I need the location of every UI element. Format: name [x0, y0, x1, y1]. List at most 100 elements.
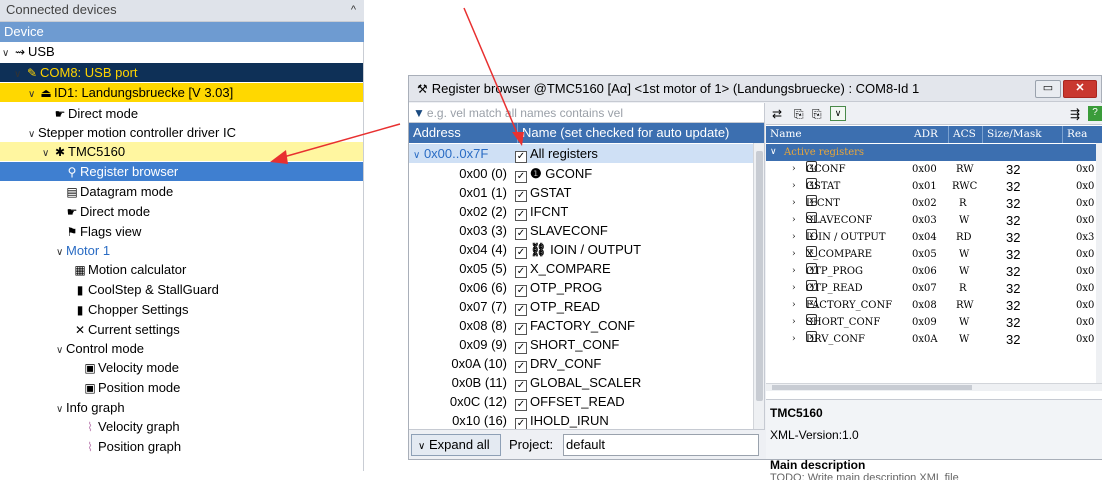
tree-item-com8[interactable]: ∨ ✎ COM8: USB port — [0, 63, 363, 82]
checkbox-icon[interactable]: ✓ — [515, 380, 527, 392]
tree-item-direct-mode-board[interactable]: ☛ Direct mode — [52, 104, 138, 123]
tree-item-coolstep-stallguard[interactable]: ▮ CoolStep & StallGuard — [72, 280, 219, 299]
grid-vertical-scrollbar[interactable] — [1096, 143, 1102, 383]
grid-row[interactable]: › x DRV_CONF 0x0A W 32 0x0 — [766, 331, 1096, 348]
name-column-header[interactable]: Name (set checked for auto update) — [517, 123, 759, 143]
grid-row[interactable]: › x OTP_PROG 0x06 W 32 0x0 — [766, 263, 1096, 280]
all-registers-row[interactable]: ∨ 0x00..0x7F ✓ All registers — [409, 144, 753, 163]
register-row[interactable]: 0x06 (6) ✓ OTP_PROG — [409, 278, 753, 297]
chevron-right-icon[interactable]: › — [792, 212, 796, 229]
tree-item-landungsbruecke[interactable]: ∨ ⏏ ID1: Landungsbruecke [V 3.03] — [0, 83, 363, 102]
chevron-right-icon[interactable]: › — [792, 246, 796, 263]
grid-row[interactable]: › x X_COMPARE 0x05 W 32 0x0 — [766, 246, 1096, 263]
checkbox-icon[interactable]: ✓ — [515, 190, 527, 202]
grid-row[interactable]: › x GSTAT 0x01 RWC 32 0x0 — [766, 178, 1096, 195]
checkbox-icon[interactable]: ✓ — [515, 247, 527, 259]
grid-row[interactable]: › x IFCNT 0x02 R 32 0x0 — [766, 195, 1096, 212]
active-registers-group[interactable]: ∨ Active registers — [766, 144, 1096, 161]
scrollbar-thumb[interactable] — [756, 151, 763, 401]
tree-item-motor-1[interactable]: ∨ Motor 1 — [56, 241, 110, 260]
address-column-header[interactable]: Address — [413, 123, 461, 143]
checkbox-icon[interactable]: ✓ — [515, 361, 527, 373]
paste-icon[interactable]: ⎘ — [812, 103, 822, 125]
tree-item-position-graph[interactable]: ⌇ Position graph — [82, 437, 181, 456]
tree-item-velocity-graph[interactable]: ⌇ Velocity graph — [82, 417, 180, 436]
chevron-right-icon[interactable]: › — [792, 331, 796, 348]
chevron-right-icon[interactable]: › — [792, 280, 796, 297]
register-row[interactable]: 0x00 (0) ✓ ❶ GCONF — [409, 164, 753, 183]
close-button[interactable]: ✕ — [1063, 80, 1097, 98]
register-row[interactable]: 0x05 (5) ✓ X_COMPARE — [409, 259, 753, 278]
checkbox-icon[interactable]: ✓ — [515, 228, 527, 240]
checkbox-icon[interactable]: ✓ — [515, 399, 527, 411]
chevron-down-icon[interactable]: ∨ — [56, 243, 66, 262]
tree-item-current-settings[interactable]: ✕ Current settings — [72, 320, 180, 339]
chevron-down-icon[interactable]: ∨ — [56, 400, 66, 419]
chevron-right-icon[interactable]: › — [792, 178, 796, 195]
grid-row[interactable]: › x SLAVECONF 0x03 W 32 0x0 — [766, 212, 1096, 229]
collapse-caret-icon[interactable]: ^ — [351, 0, 356, 20]
chevron-down-icon[interactable]: ∨ — [2, 44, 12, 63]
chevron-right-icon[interactable]: › — [792, 229, 796, 246]
tree-item-velocity-mode[interactable]: ▣ Velocity mode — [82, 358, 179, 377]
register-row[interactable]: 0x04 (4) ✓ ⛓ IOIN / OUTPUT — [409, 240, 753, 259]
register-row[interactable]: 0x02 (2) ✓ IFCNT — [409, 202, 753, 221]
export-icon[interactable]: ⇶ — [1070, 103, 1080, 125]
chevron-down-icon[interactable]: ∨ — [42, 144, 52, 163]
tree-item-motion-calculator[interactable]: ▦ Motion calculator — [72, 260, 186, 279]
checkbox-icon[interactable]: ✓ — [515, 323, 527, 335]
checkbox-icon[interactable]: ✓ — [515, 285, 527, 297]
tree-item-datagram-mode[interactable]: ▤ Datagram mode — [64, 182, 173, 201]
tree-item-control-mode[interactable]: ∨ Control mode — [56, 339, 144, 358]
chevron-down-icon[interactable]: ∨ — [770, 144, 777, 161]
minimize-button[interactable]: ▭ — [1035, 80, 1061, 98]
chevron-right-icon[interactable]: › — [792, 263, 796, 280]
tree-item-tmc5160[interactable]: ∨ ✱ TMC5160 — [0, 142, 363, 161]
help-button[interactable]: ? — [1088, 106, 1102, 121]
tree-item-chopper-settings[interactable]: ▮ Chopper Settings — [72, 300, 189, 319]
grid-row[interactable]: › x GCONF 0x00 RW 32 0x0 — [766, 161, 1096, 178]
register-row[interactable]: 0x0A (10) ✓ DRV_CONF — [409, 354, 753, 373]
chevron-down-icon[interactable]: ∨ — [413, 150, 420, 161]
chevron-right-icon[interactable]: › — [792, 161, 796, 178]
scrollbar-thumb[interactable] — [772, 385, 972, 390]
chevron-right-icon[interactable]: › — [792, 314, 796, 331]
register-list-scrollbar[interactable] — [753, 143, 764, 435]
checkbox-icon[interactable]: ✓ — [515, 209, 527, 221]
tree-item-info-graph[interactable]: ∨ Info graph — [56, 398, 125, 417]
all-registers-checkbox[interactable]: ✓ All registers — [515, 144, 598, 163]
grid-row[interactable]: › x SHORT_CONF 0x09 W 32 0x0 — [766, 314, 1096, 331]
tree-item-register-browser[interactable]: ⚲ Register browser — [0, 162, 363, 181]
checkbox-icon[interactable]: ✓ — [515, 171, 527, 183]
filter-input[interactable]: ▼ e.g. vel match all names contains vel — [409, 103, 764, 123]
chevron-right-icon[interactable]: › — [792, 297, 796, 314]
grid-row[interactable]: › x FACTORY_CONF 0x08 RW 32 0x0 — [766, 297, 1096, 314]
project-input[interactable]: default — [563, 434, 759, 456]
copy-icon[interactable]: ⎘ — [794, 103, 804, 125]
sort-icon[interactable]: ⇄ — [772, 103, 782, 125]
chevron-down-icon[interactable]: ∨ — [56, 341, 66, 360]
register-row[interactable]: 0x03 (3) ✓ SLAVECONF — [409, 221, 753, 240]
tree-item-stepper-driver-ic[interactable]: ∨ Stepper motion controller driver IC — [28, 123, 236, 142]
grid-row[interactable]: › x IOIN / OUTPUT 0x04 RD 32 0x3 — [766, 229, 1096, 246]
register-row[interactable]: 0x08 (8) ✓ FACTORY_CONF — [409, 316, 753, 335]
chevron-right-icon[interactable]: › — [792, 195, 796, 212]
dropdown-button[interactable]: ∨ — [830, 106, 846, 121]
grid-horizontal-scrollbar[interactable] — [766, 383, 1102, 391]
tree-item-flags-view[interactable]: ⚑ Flags view — [64, 222, 142, 241]
grid-row[interactable]: › x OTP_READ 0x07 R 32 0x0 — [766, 280, 1096, 297]
tree-item-direct-mode[interactable]: ☛ Direct mode — [64, 202, 150, 221]
register-row[interactable]: 0x10 (16) ✓ IHOLD_IRUN — [409, 411, 753, 430]
expand-all-button[interactable]: ∨ Expand all — [411, 434, 501, 456]
register-row[interactable]: 0x01 (1) ✓ GSTAT — [409, 183, 753, 202]
register-row[interactable]: 0x07 (7) ✓ OTP_READ — [409, 297, 753, 316]
checkbox-icon[interactable]: ✓ — [515, 266, 527, 278]
checkbox-icon[interactable]: ✓ — [515, 304, 527, 316]
tree-item-position-mode[interactable]: ▣ Position mode — [82, 378, 180, 397]
register-row[interactable]: 0x0C (12) ✓ OFFSET_READ — [409, 392, 753, 411]
register-row[interactable]: 0x0B (11) ✓ GLOBAL_SCALER — [409, 373, 753, 392]
register-row[interactable]: 0x09 (9) ✓ SHORT_CONF — [409, 335, 753, 354]
tree-item-usb[interactable]: ∨ ⇝ USB — [2, 42, 55, 61]
chevron-down-icon[interactable]: ∨ — [28, 85, 38, 104]
chevron-down-icon[interactable]: ∨ — [14, 65, 24, 84]
